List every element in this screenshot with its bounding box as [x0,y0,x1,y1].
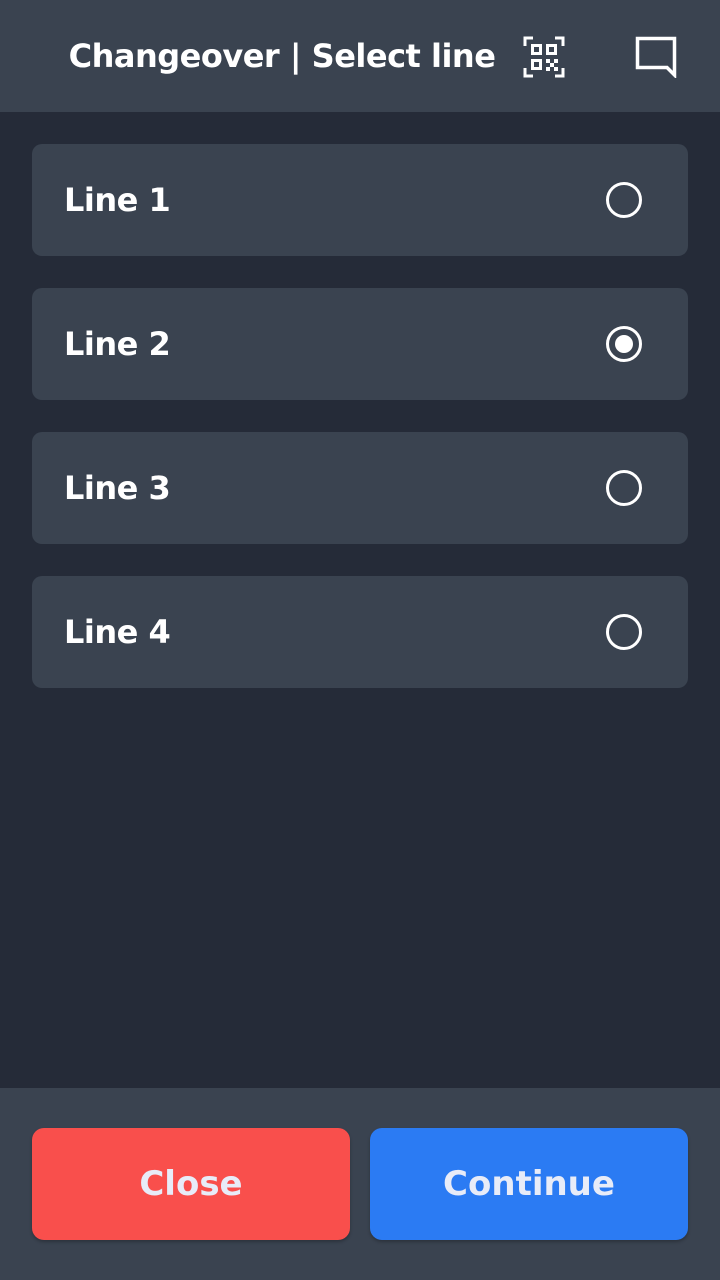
line-option-1[interactable]: Line 1 [32,144,688,256]
close-button[interactable]: Close [32,1128,350,1240]
line-option-2[interactable]: Line 2 [32,288,688,400]
line-label: Line 1 [64,181,171,219]
changeover-screen: Changeover | Select line Line 1 Line 2 L… [0,0,720,1280]
continue-button[interactable]: Continue [370,1128,688,1240]
radio-dot [615,335,633,353]
footer-bar: Close Continue [0,1088,720,1280]
line-label: Line 4 [64,613,171,651]
line-label: Line 2 [64,325,171,363]
radio-button[interactable] [606,182,642,218]
line-list: Line 1 Line 2 Line 3 Line 4 [32,144,688,720]
qr-code-icon[interactable] [523,36,565,78]
radio-button[interactable] [606,614,642,650]
line-option-3[interactable]: Line 3 [32,432,688,544]
line-option-4[interactable]: Line 4 [32,576,688,688]
header-bar: Changeover | Select line [0,0,720,112]
chat-icon[interactable] [635,36,677,78]
page-title: Changeover | Select line [68,37,496,75]
radio-button[interactable] [606,326,642,362]
radio-button[interactable] [606,470,642,506]
line-label: Line 3 [64,469,171,507]
